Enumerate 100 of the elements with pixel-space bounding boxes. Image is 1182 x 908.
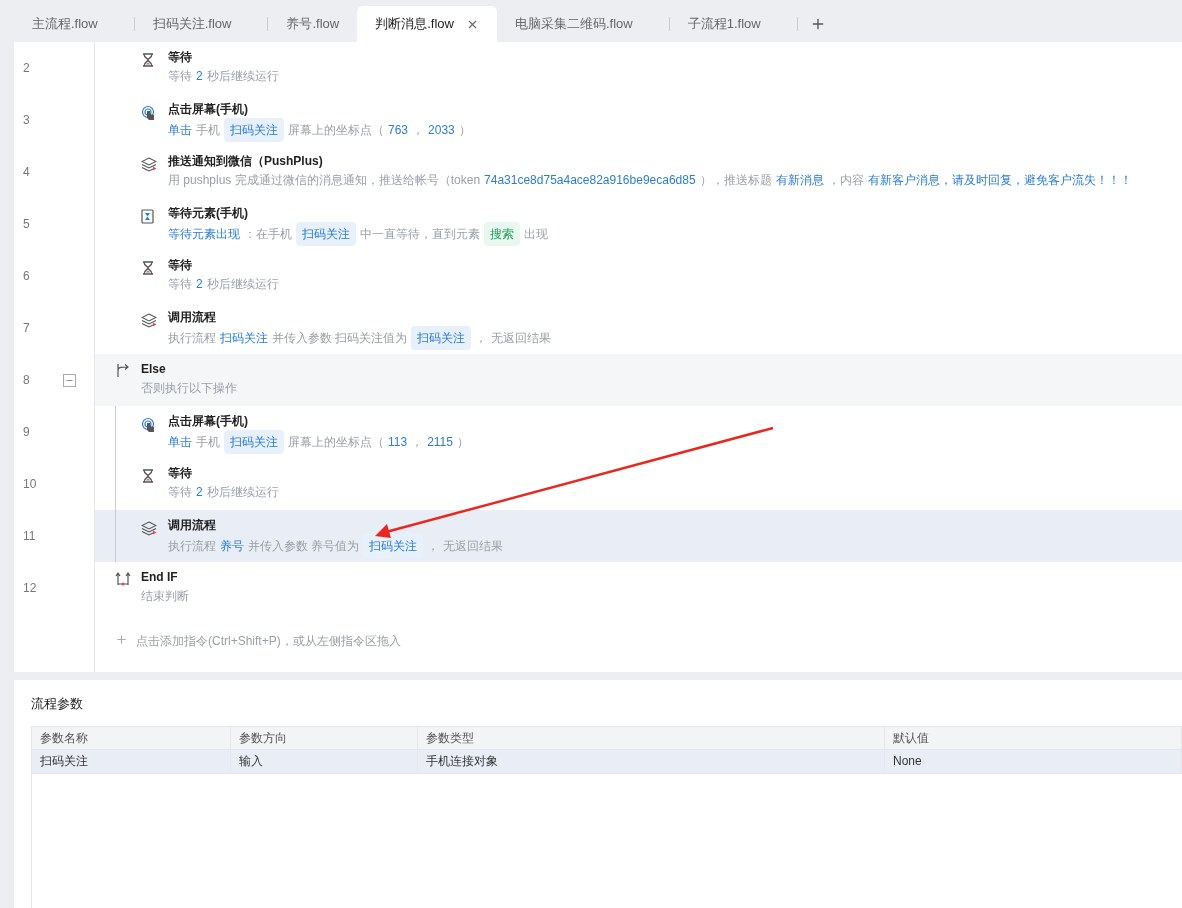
- value-text: 养号: [220, 538, 244, 555]
- add-icon[interactable]: [115, 633, 128, 646]
- description-text: 屏幕上的坐标点（: [288, 434, 384, 451]
- description-text: ，内容: [827, 172, 864, 189]
- block-subtitle: 否则执行以下操作: [141, 380, 237, 397]
- value-text: 763: [388, 122, 409, 139]
- line-number: 12: [23, 580, 38, 597]
- layers-icon: [141, 157, 157, 172]
- description-text: 出现: [524, 226, 548, 243]
- block-subtitle: 结束判断: [141, 588, 189, 605]
- step-title: 等待: [168, 465, 193, 482]
- collapse-toggle[interactable]: [63, 373, 76, 387]
- value-text: 2: [196, 276, 203, 293]
- description-text: 并传入参数 养号值为: [248, 538, 360, 555]
- panel-title: 流程参数: [31, 695, 84, 713]
- table-row[interactable]: 扫码关注 输入 手机连接对象 None: [32, 749, 1182, 774]
- description-text: ， 无返回结果: [427, 538, 503, 555]
- variable-tag: 扫码关注: [411, 326, 472, 350]
- hourglass-icon: [141, 469, 155, 483]
- file-tab[interactable]: 子流程1.flow: [669, 6, 779, 42]
- line-number: 3: [23, 112, 31, 129]
- description-text: 等待: [168, 68, 192, 85]
- variable-tag: 扫码关注: [296, 222, 356, 246]
- table-cell: 输入: [231, 749, 418, 773]
- window-hourglass-icon: [141, 209, 154, 224]
- variable-tag: 扫码关注: [224, 118, 284, 142]
- file-tab[interactable]: 判断消息.flow: [357, 6, 497, 42]
- file-tab[interactable]: 养号.flow: [268, 6, 358, 42]
- description-text: 屏幕上的坐标点（: [288, 122, 384, 139]
- value-text: 113: [388, 434, 408, 451]
- value-text: 2033: [428, 122, 455, 139]
- description-text: 等待: [168, 484, 192, 501]
- column-header: 默认值: [885, 726, 1182, 749]
- line-number: 2: [23, 60, 31, 77]
- table-cell: 手机连接对象: [418, 749, 885, 773]
- hourglass-icon: [141, 53, 155, 67]
- branch-icon: [115, 363, 130, 378]
- description-text: ， 无返回结果: [475, 330, 551, 347]
- description-text: ：在手机: [244, 226, 292, 243]
- value-text: 有新消息: [775, 172, 824, 189]
- merge-arrows-icon: [115, 571, 131, 586]
- line-number: 9: [23, 424, 31, 441]
- element-tag: 搜索: [484, 222, 520, 246]
- value-text: 单击: [168, 122, 192, 139]
- value-text: 有新客户消息，请及时回复，避免客户流失！！！: [867, 172, 1132, 189]
- value-text: 2115: [427, 434, 453, 451]
- step-title: 等待: [168, 257, 193, 274]
- layers-icon: [141, 313, 157, 328]
- step-title: 等待: [168, 49, 193, 66]
- column-header: 参数方向: [231, 726, 418, 749]
- value-text: 单击: [168, 434, 192, 451]
- description-text: 等待: [168, 276, 192, 293]
- line-number: 10: [23, 476, 38, 493]
- line-number: 5: [23, 216, 31, 233]
- description-text: 执行流程: [168, 330, 216, 347]
- description-text: ）: [458, 122, 471, 139]
- line-number: 7: [23, 320, 31, 337]
- description-text: 秒后继续运行: [206, 68, 279, 85]
- step-row[interactable]: 调用流程 执行流程 养号 并传入参数 养号值为 扫码关注 ， 无返回结果: [95, 510, 1182, 562]
- description-text: ），推送标题: [699, 172, 772, 189]
- file-tab[interactable]: 扫码关注.flow: [134, 6, 250, 42]
- column-header: 参数名称: [32, 726, 231, 749]
- description-text: 并传入参数 扫码关注值为: [272, 330, 408, 347]
- description-text: 执行流程: [168, 538, 216, 555]
- description-text: 中一直等待，直到元素: [360, 226, 480, 243]
- value-text: 2: [196, 68, 203, 85]
- step-title: 推送通知到微信（PushPlus): [168, 153, 324, 170]
- description-text: ，: [411, 434, 424, 451]
- variable-tag: 扫码关注: [224, 430, 284, 454]
- column-header: 参数类型: [418, 726, 885, 749]
- value-text: 等待元素出现: [168, 226, 240, 243]
- step-title: 等待元素(手机): [168, 205, 249, 222]
- table-cell: 扫码关注: [32, 749, 231, 773]
- block-title: End IF: [141, 569, 179, 586]
- tap-hand-icon: [141, 417, 157, 433]
- value-text: 2: [196, 484, 203, 501]
- file-tab[interactable]: 电脑采集二维码.flow: [496, 6, 651, 42]
- description-text: 手机: [196, 434, 220, 451]
- line-number: 6: [23, 268, 31, 285]
- line-number: 8: [23, 372, 31, 389]
- value-text: 扫码关注: [220, 330, 268, 347]
- description-text: 手机: [196, 122, 220, 139]
- step-title: 调用流程: [168, 309, 217, 326]
- description-text: 秒后继续运行: [206, 276, 279, 293]
- description-text: 秒后继续运行: [206, 484, 279, 501]
- variable-tag: 扫码关注: [363, 534, 424, 558]
- table-cell: None: [885, 749, 1182, 773]
- description-text: ，: [412, 122, 425, 139]
- line-number: 4: [23, 164, 31, 181]
- description-text: ）: [456, 434, 469, 451]
- step-title: 点击屏幕(手机): [168, 413, 249, 430]
- step-title: 点击屏幕(手机): [168, 101, 249, 118]
- layers-icon: [141, 521, 157, 536]
- hourglass-icon: [141, 261, 155, 275]
- block-title: Else: [141, 361, 167, 378]
- line-number: 11: [23, 528, 37, 545]
- tap-hand-icon: [141, 105, 157, 121]
- file-tab[interactable]: 主流程.flow: [14, 6, 116, 42]
- value-text: 74a31ce8d75a4ace82a916be9eca6d85: [484, 172, 696, 189]
- step-title: 调用流程: [168, 517, 217, 534]
